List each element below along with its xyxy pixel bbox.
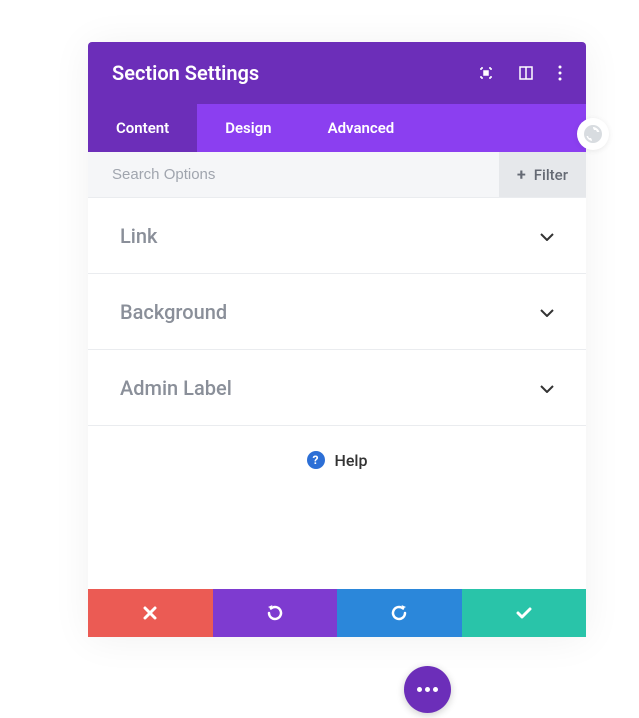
undo-icon	[266, 604, 284, 622]
help-button[interactable]: ? Help	[88, 426, 586, 494]
option-admin-label[interactable]: Admin Label	[88, 350, 586, 426]
filter-label: Filter	[534, 166, 568, 184]
chevron-down-icon	[540, 378, 554, 397]
close-icon	[143, 606, 157, 620]
globe-icon[interactable]	[577, 118, 609, 150]
search-input[interactable]	[88, 152, 499, 197]
option-label: Background	[120, 300, 227, 324]
tab-bar: Content Design Advanced	[88, 104, 586, 152]
chevron-down-icon	[540, 302, 554, 321]
settings-modal: Section Settings	[88, 42, 586, 637]
footer-actions	[88, 589, 586, 637]
filter-button[interactable]: + Filter	[499, 152, 586, 197]
dots-icon	[417, 687, 438, 692]
check-icon	[516, 607, 532, 619]
help-icon: ?	[307, 451, 325, 469]
option-label: Link	[120, 224, 157, 248]
cancel-button[interactable]	[88, 589, 213, 637]
redo-icon	[390, 604, 408, 622]
help-label: Help	[335, 451, 368, 470]
chevron-down-icon	[540, 226, 554, 245]
modal-header: Section Settings	[88, 42, 586, 104]
redo-button[interactable]	[337, 589, 462, 637]
search-filter-row: + Filter	[88, 152, 586, 198]
option-background[interactable]: Background	[88, 274, 586, 350]
modal-title: Section Settings	[112, 61, 259, 85]
expand-icon[interactable]	[478, 65, 494, 81]
save-button[interactable]	[462, 589, 587, 637]
option-label: Admin Label	[120, 376, 232, 400]
more-icon[interactable]	[558, 65, 562, 81]
fab-more[interactable]	[404, 666, 451, 713]
tab-advanced[interactable]: Advanced	[300, 104, 423, 152]
spacer	[88, 494, 586, 589]
option-link[interactable]: Link	[88, 198, 586, 274]
undo-button[interactable]	[213, 589, 338, 637]
header-icons	[478, 65, 562, 81]
plus-icon: +	[517, 165, 526, 184]
panel-icon[interactable]	[518, 65, 534, 81]
tab-design[interactable]: Design	[197, 104, 299, 152]
tab-content[interactable]: Content	[88, 104, 197, 152]
